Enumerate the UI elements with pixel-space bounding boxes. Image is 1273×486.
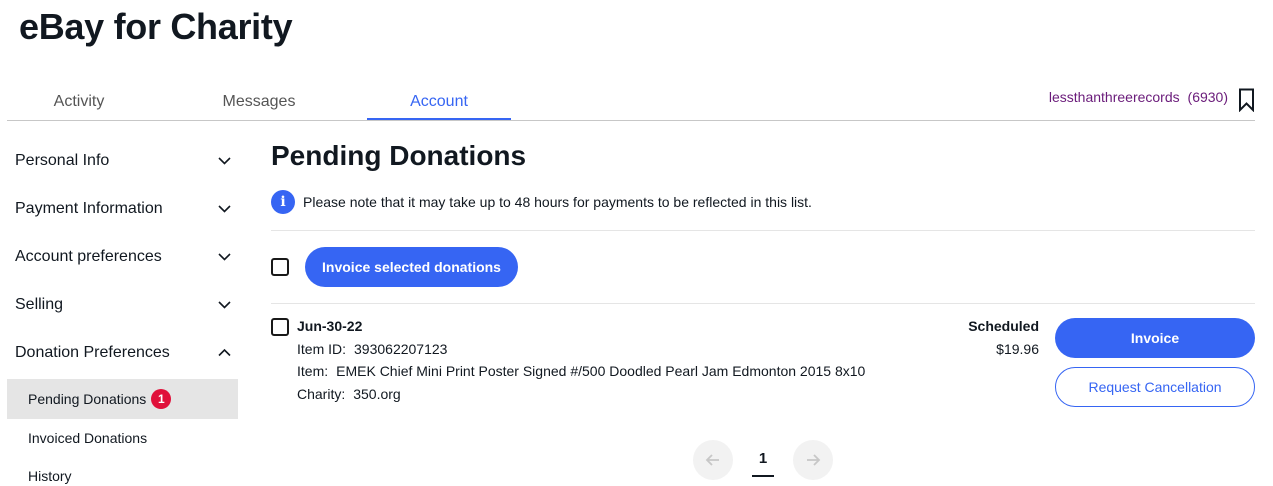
chevron-down-icon [218,301,231,309]
sidebar-item-donation-preferences[interactable]: Donation Preferences [7,329,238,377]
sidebar-item-label: Selling [15,296,64,313]
main-content: Pending Donations i Please note that it … [271,0,1255,486]
sidebar-item-payment-information[interactable]: Payment Information [7,185,238,233]
select-all-checkbox[interactable] [271,258,289,276]
item-id-line: Item ID: 393062207123 [297,341,447,357]
divider [271,303,1255,304]
info-icon: i [271,190,295,214]
pagination-current-page[interactable]: 1 [752,450,774,477]
tab-activity[interactable]: Activity [7,93,151,121]
chevron-down-icon [218,205,231,213]
sidebar-item-label: Payment Information [15,200,163,217]
sidebar-subitem-label: Invoiced Donations [28,430,148,446]
pagination-prev-button[interactable] [693,440,733,480]
donation-status: Scheduled [968,318,1039,334]
arrow-left-icon [705,454,719,466]
notice-text: Please note that it may take up to 48 ho… [303,194,812,210]
sidebar-subitem-label: History [28,468,72,484]
donation-amount: $19.96 [996,341,1039,357]
sidebar-item-account-preferences[interactable]: Account preferences [7,233,238,281]
donation-row-checkbox[interactable] [271,318,289,336]
sidebar-subitem-history[interactable]: History [7,457,238,486]
charity-name: 350.org [353,386,401,402]
sidebar-item-label: Account preferences [15,248,162,265]
item-id-label: Item ID: [297,341,347,357]
item-label: Item: [297,363,329,379]
charity-label: Charity: [297,386,346,402]
invoice-button[interactable]: Invoice [1055,318,1255,358]
pagination-next-button[interactable] [793,440,833,480]
section-title: Pending Donations [271,140,527,171]
sidebar-item-selling[interactable]: Selling [7,281,238,329]
item-title: EMEK Chief Mini Print Poster Signed #/50… [336,363,866,379]
chevron-down-icon [218,157,231,165]
sidebar-item-label: Personal Info [15,152,110,169]
sidebar-subitem-label: Pending Donations [28,391,147,407]
chevron-down-icon [218,253,231,261]
sidebar: Personal Info Payment Information Accoun… [7,137,238,486]
divider [271,230,1255,231]
sidebar-subitem-pending-donations[interactable]: Pending Donations 1 [7,379,238,419]
sidebar-subitem-invoiced-donations[interactable]: Invoiced Donations [7,419,238,457]
invoice-selected-button[interactable]: Invoice selected donations [305,247,518,287]
sidebar-item-personal-info[interactable]: Personal Info [7,137,238,185]
sidebar-item-label: Donation Preferences [15,344,170,361]
arrow-right-icon [807,454,821,466]
info-notice: i Please note that it may take up to 48 … [271,190,812,214]
charity-line: Charity: 350.org [297,386,401,402]
donation-date: Jun-30-22 [297,318,363,334]
item-title-line: Item: EMEK Chief Mini Print Poster Signed… [297,363,865,379]
page-title: eBay for Charity [19,6,293,47]
pending-count-badge: 1 [151,389,172,409]
chevron-up-icon [218,348,231,357]
request-cancellation-button[interactable]: Request Cancellation [1055,367,1255,407]
item-id-value: 393062207123 [354,341,448,357]
